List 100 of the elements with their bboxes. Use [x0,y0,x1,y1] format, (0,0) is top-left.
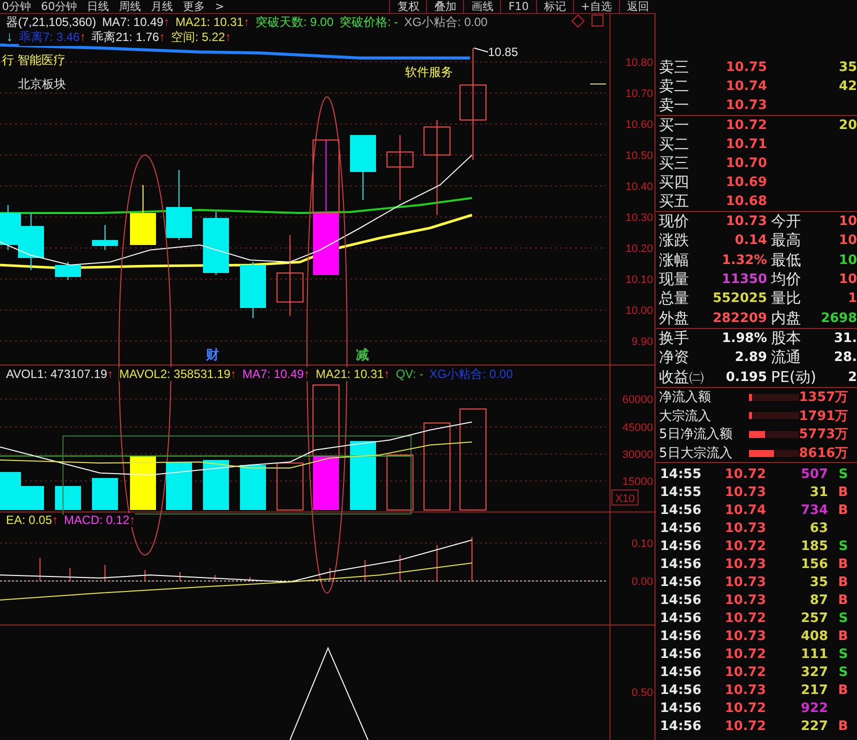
period-tab[interactable]: 60分钟 [41,0,77,13]
volume-bar [350,441,376,510]
indicator-value: EA: 0.05 [6,513,52,527]
order-price: 10.74 [724,79,767,94]
trade-side: S [838,610,848,626]
candlestick [55,262,81,280]
trade-volume: 227 [800,718,828,734]
event-marker: 财 [206,347,219,362]
period-tab[interactable]: 日线 [87,0,109,13]
trade-volume: 185 [800,538,828,554]
axis-label: 60000 [622,394,653,406]
axis-label: 10.00 [625,305,653,317]
stat-label: 总量 [658,289,690,308]
trade-time: 14:56 [659,556,702,572]
stat-value: 1.32% [720,252,767,268]
stat-value: 10 [838,272,857,288]
candlestick [130,184,156,246]
stat-value: 1 [846,291,857,306]
trade-volume: 111 [800,646,828,662]
order-label: 卖三 [658,58,690,77]
axis-label: 9.90 [632,336,653,348]
flow-value: 8616万 [799,445,850,462]
flow-label: 5日大宗流入 [658,445,734,462]
stat-label: 净资 [658,348,690,368]
axis-label: 15000 [622,476,653,488]
trade-price: 10.72 [724,610,766,626]
period-tab[interactable]: > [215,0,224,13]
indicator-value: 器(7,21,105,360) [6,14,96,31]
period-tab[interactable]: 0分钟 [2,0,31,13]
stat-value: 28. [832,350,857,366]
sector-label: 软件服务 [405,65,453,79]
axis-label: 10.20 [625,243,653,255]
period-tab[interactable]: 更多 [183,0,205,13]
period-tab[interactable]: 周线 [119,0,141,13]
indicator-value: XG小粘合: 0.00 [429,366,513,383]
axis-label: 0.10 [632,538,653,550]
stat-label: 现价 [658,212,690,232]
scale-badge: X10 [612,490,638,506]
indicator-value: MA7: 10.49 [242,367,304,381]
indicator-value: MA21: 10.31 [316,367,384,381]
trade-volume: 734 [800,502,828,518]
trade-time: 14:56 [659,628,702,644]
indicator-value: QV: - [396,367,424,381]
trade-side: S [838,664,848,680]
trade-volume: 35 [808,574,828,590]
volume-bar [240,465,266,510]
axis-label: 10.30 [625,212,653,224]
volume-bar [92,478,118,510]
trade-price: 10.73 [724,556,766,572]
trade-price: 10.73 [724,484,766,500]
trade-side: B [837,718,848,734]
order-label: 买四 [658,173,690,192]
order-label: 买五 [658,192,690,211]
trade-time: 14:56 [659,646,702,662]
trade-time: 14:55 [659,484,702,500]
indicator-value: 空间: 5.22 [171,29,226,46]
trade-side: S [838,466,848,482]
stat-label: 涨幅 [658,250,690,270]
trade-time: 14:56 [659,520,702,536]
trade-price: 10.72 [724,700,766,716]
trade-volume: 156 [800,556,828,572]
volume-bar [386,454,414,510]
trade-price: 10.73 [724,628,766,644]
axis-label: 10.50 [625,150,653,162]
stat-label: 涨跌 [658,231,690,250]
peak-price: 10.85 [488,45,518,59]
trade-volume: 408 [800,628,828,644]
stat-label: PE(动) [770,368,817,387]
candlestick [240,262,266,318]
stat-value: 1.98% [720,330,767,346]
flow-value: 5773万 [799,426,850,444]
stat-label: 最高 [770,231,802,250]
axis-label: 45000 [622,422,653,434]
order-price: 10.69 [724,175,767,190]
stat-label: 均价 [770,270,802,290]
trade-price: 10.73 [724,682,766,698]
period-tab[interactable]: 月线 [151,0,173,13]
stat-value: 552025 [712,291,767,306]
stat-label: 内盘 [770,308,802,328]
indicator-value: XG小粘合: 0.00 [404,14,488,31]
indicator-value: 乖离7: 3.46 [19,29,80,46]
candlestick [92,224,118,250]
stat-value: 11350 [720,272,767,288]
square-icon[interactable] [592,14,604,26]
flow-label: 大宗流入 [658,408,712,425]
stat-value: 10.73 [724,214,767,230]
trade-price: 10.73 [724,592,766,608]
trade-side: B [837,484,848,500]
trade-side: B [837,628,848,644]
trade-volume: 87 [808,592,828,608]
trade-time: 14:56 [659,664,702,680]
order-volume: 42 [838,79,857,94]
diamond-icon[interactable] [571,14,585,28]
trade-time: 14:56 [659,538,702,554]
flow-value: 1357万 [799,389,850,406]
order-label: 买三 [658,154,690,173]
volume-bar [276,462,304,510]
volume-bar [130,456,156,510]
stat-value: 10 [838,252,857,268]
flow-value: 1791万 [799,408,850,425]
